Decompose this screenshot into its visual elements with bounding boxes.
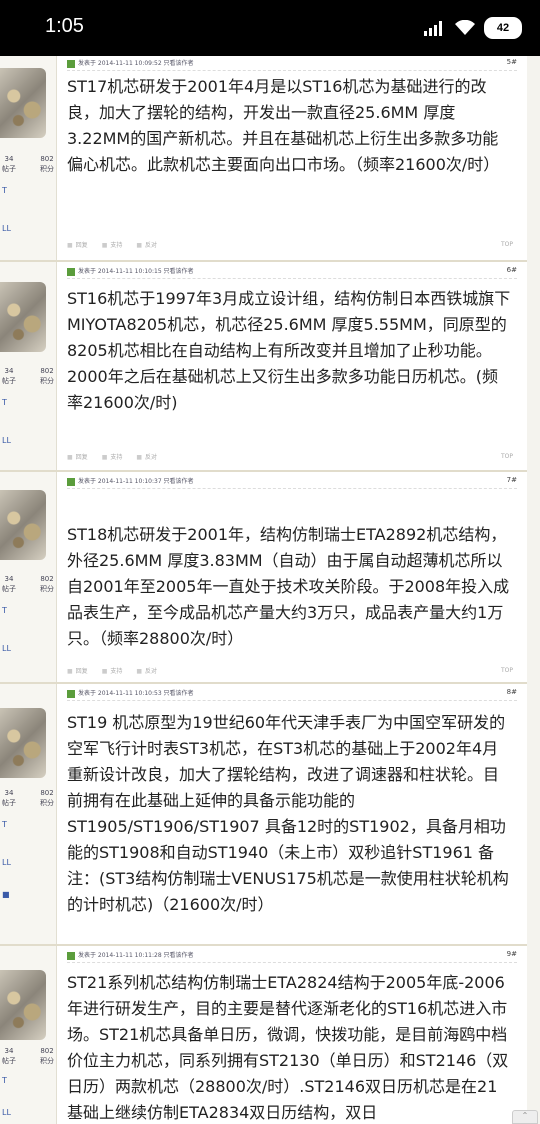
side-link[interactable]: ■ <box>2 890 10 899</box>
top-link[interactable]: TOP <box>501 241 513 248</box>
post-body: ST16机芯于1997年3月成立设计组，结构仿制日本西铁城旗下MIYOTA820… <box>67 289 511 412</box>
avatar[interactable] <box>0 970 46 1040</box>
avatar[interactable] <box>0 68 46 138</box>
post-meta: 发表于 2014-11-11 10:09:52 只看该作者 5# <box>67 58 517 71</box>
side-link[interactable]: T <box>2 820 7 829</box>
floor-number[interactable]: 7# <box>507 476 517 484</box>
side-link[interactable]: T <box>2 398 7 407</box>
author-sidebar: 34 帖子 802 积分 T LL ■ <box>0 684 57 944</box>
thread-content[interactable]: 34 帖子 802 积分 T LL 发表于 2014-11-11 10:09:52 … <box>0 56 540 1124</box>
post-body: ST21系列机芯结构仿制瑞士ETA2824结构于2005年底-2006年进行研发… <box>67 973 509 1122</box>
reply-button[interactable]: 回复 <box>67 452 88 461</box>
floor-number[interactable]: 6# <box>507 266 517 274</box>
author-stats: 34 帖子 802 积分 <box>2 575 54 593</box>
oppose-button[interactable]: 反对 <box>136 666 157 675</box>
author-sidebar: 34 帖子 802 积分 T LL <box>0 946 57 1124</box>
post-body: ST19 机芯原型为19世纪60年代天津手表厂为中国空军研发的空军飞行计时表ST… <box>67 713 509 914</box>
top-link[interactable]: TOP <box>501 667 513 674</box>
floor-number[interactable]: 8# <box>507 688 517 696</box>
floor-number[interactable]: 9# <box>507 950 517 958</box>
post-meta: 发表于 2014-11-11 10:10:15 只看该作者 6# <box>67 266 517 279</box>
online-icon <box>67 59 75 68</box>
side-link[interactable]: T <box>2 606 7 615</box>
reply-button[interactable]: 回复 <box>67 666 88 675</box>
floor-number[interactable]: 5# <box>507 58 517 66</box>
support-button[interactable]: 支持 <box>102 452 122 461</box>
side-link[interactable]: LL <box>2 436 11 445</box>
signal-icon <box>424 21 442 36</box>
post-meta: 发表于 2014-11-11 10:10:53 只看该作者 8# <box>67 688 517 701</box>
avatar[interactable] <box>0 708 46 778</box>
author-sidebar: 34 帖子 802 积分 T LL <box>0 262 57 470</box>
author-stats: 34 帖子 802 积分 <box>2 367 54 385</box>
status-icons: 42 <box>424 16 522 40</box>
scroll-top-button[interactable]: ⌃ <box>512 1110 538 1124</box>
status-time: 1:05 <box>45 15 84 37</box>
reply-button[interactable]: 回复 <box>67 240 88 249</box>
author-stats: 34 帖子 802 积分 <box>2 1047 54 1065</box>
support-button[interactable]: 支持 <box>102 240 122 249</box>
side-link[interactable]: T <box>2 186 7 195</box>
post-item: 34 帖子 802 积分 T LL 发表于 2014-11-11 10:10:15 … <box>0 262 527 472</box>
avatar[interactable] <box>0 490 46 560</box>
post-actions: 回复 支持 反对 TOP <box>67 666 513 675</box>
online-icon <box>67 267 75 276</box>
oppose-button[interactable]: 反对 <box>136 452 157 461</box>
post-item: 34 帖子 802 积分 T LL 发表于 2014-11-11 10:11:28 … <box>0 946 527 1124</box>
author-sidebar: 34 帖子 802 积分 T LL <box>0 56 57 260</box>
post-item: 34 帖子 802 积分 T LL 发表于 2014-11-11 10:10:37 … <box>0 472 527 684</box>
author-stats: 34 帖子 802 积分 <box>2 155 54 173</box>
battery-icon: 42 <box>484 17 522 39</box>
oppose-button[interactable]: 反对 <box>136 240 157 249</box>
post-item: 34 帖子 802 积分 T LL 发表于 2014-11-11 10:09:52 … <box>0 56 527 262</box>
support-button[interactable]: 支持 <box>102 666 122 675</box>
post-body: ST18机芯研发于2001年，结构仿制瑞士ETA2892机芯结构，外径25.6M… <box>67 525 510 648</box>
online-icon <box>67 689 75 698</box>
post-meta: 发表于 2014-11-11 10:11:28 只看该作者 9# <box>67 950 517 963</box>
wifi-icon <box>455 20 475 35</box>
side-link[interactable]: LL <box>2 1108 11 1117</box>
post-actions: 回复 支持 反对 TOP <box>67 452 513 461</box>
side-link[interactable]: LL <box>2 224 11 233</box>
avatar[interactable] <box>0 282 46 352</box>
post-item: 34 帖子 802 积分 T LL ■ 发表于 2014-11-11 10:10:5… <box>0 684 527 946</box>
online-icon <box>67 477 75 486</box>
status-bar: 1:05 42 <box>0 0 540 56</box>
side-link[interactable]: LL <box>2 644 11 653</box>
side-link[interactable]: LL <box>2 858 11 867</box>
post-meta: 发表于 2014-11-11 10:10:37 只看该作者 7# <box>67 476 517 489</box>
top-link[interactable]: TOP <box>501 453 513 460</box>
side-link[interactable]: T <box>2 1076 7 1085</box>
post-body: ST17机芯研发于2001年4月是以ST16机芯为基础进行的改良，加大了摆轮的结… <box>67 77 500 174</box>
post-actions: 回复 支持 反对 TOP <box>67 240 513 249</box>
online-icon <box>67 951 75 960</box>
author-sidebar: 34 帖子 802 积分 T LL <box>0 472 57 682</box>
author-stats: 34 帖子 802 积分 <box>2 789 54 807</box>
